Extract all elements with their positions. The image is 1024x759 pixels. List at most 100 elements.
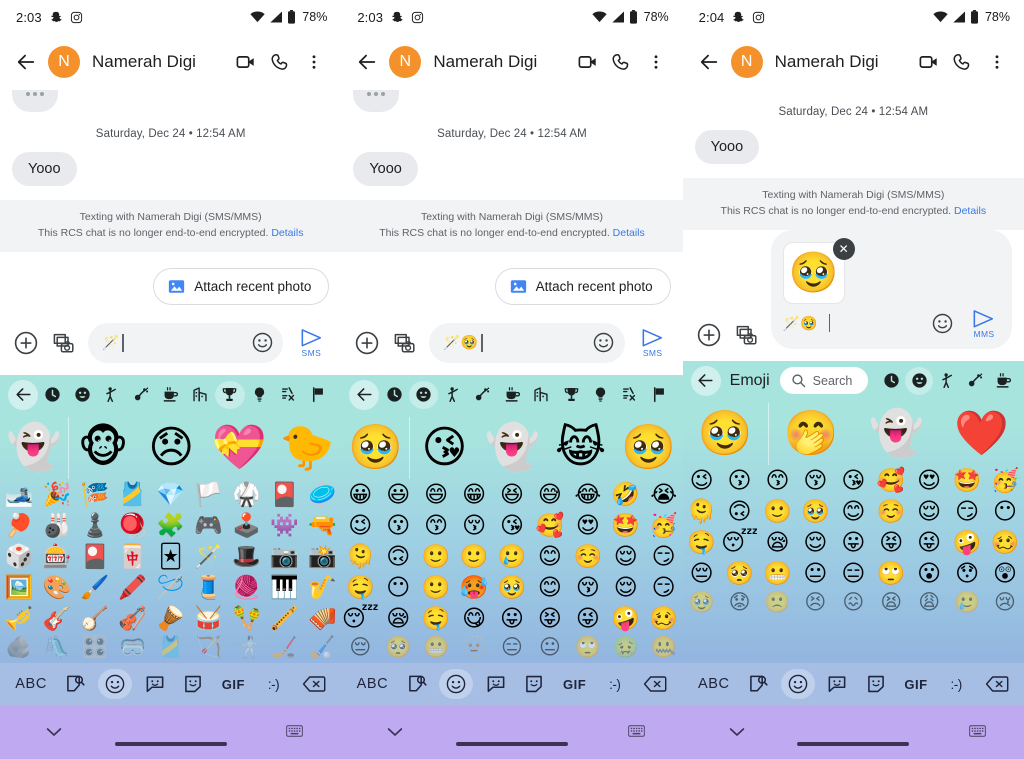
emoji-cell[interactable]: 😏 [948,496,986,527]
emoji-cell[interactable]: 🎳 [38,510,76,541]
abc-key[interactable]: ABC [692,669,736,699]
emoji-cell[interactable]: 😯 [948,558,986,589]
emoji-cell[interactable]: 🤩 [607,510,645,541]
emoji-cell[interactable]: 😚 [569,572,607,603]
back-arrow-icon[interactable] [349,44,385,80]
abc-key[interactable]: ABC [351,669,395,699]
emoji-cell[interactable]: 😗 [379,510,417,541]
emoji-grid[interactable]: 🥹 🤭 👻 ❤️ 😉 😗 😙 😚 😘 🥰 😍 🤩 🥳 🫠 🙃 🙂 🥹 😊 ☺️ 😌 😏 😶 🤤 😴 😪 😌 😛 😝 😜 🤪 🥴 😔 🥺 😬 😐 😑 🙄 😮… [683,401,1024,664]
emoji-cell[interactable]: 🎰 [38,541,76,572]
emoji-cell[interactable]: 😮 [910,558,948,589]
gallery-camera-icon[interactable] [733,321,761,349]
emoji-cell[interactable]: 😝 [531,603,569,634]
emoji-cell[interactable]: 🙃 [721,496,759,527]
emoji-cell[interactable]: 🙄 [569,634,607,661]
emoticon-key[interactable]: :-) [940,669,972,699]
send-button[interactable]: SMS [635,327,671,358]
emoji-cell[interactable]: 🙁 [759,589,797,616]
emoji-cell[interactable]: 🪗 [303,603,341,634]
emoji-icon[interactable] [780,669,815,699]
keyboard-switch-icon[interactable] [286,724,304,740]
emoji-cell[interactable]: 🥰 [531,510,569,541]
emoji-cell[interactable]: 🖍️ [114,572,152,603]
emoji-cell[interactable]: 🫥 [455,634,493,661]
emoji-cell[interactable]: 🤺 [228,634,266,661]
emoji-cell[interactable]: 😔 [341,634,379,661]
emoji-cell[interactable]: 😩 [910,589,948,616]
category-tab-food-drink[interactable] [989,367,1017,395]
emoji-cell[interactable]: 🫠 [683,496,721,527]
emoji-cell[interactable]: 🤐 [645,634,683,661]
category-tab-travel-places[interactable] [527,381,557,409]
avatar[interactable]: N [48,46,80,78]
emoji-cell[interactable]: 🤣 [607,479,645,510]
gif-key[interactable]: GIF [898,669,933,699]
emoji-cell[interactable]: 😬 [417,634,455,661]
emoji-cell[interactable]: 😛 [834,527,872,558]
category-tab-people[interactable] [933,367,961,395]
emoji-cell[interactable]: 🎴 [76,541,114,572]
emoji-cell[interactable]: 🕹️ [228,510,266,541]
emoji-cell[interactable]: 🥲 [948,589,986,616]
emoji-cell[interactable]: 📸 [303,541,341,572]
emoji-cell[interactable]: 🎿 [0,479,38,510]
featured-emoji[interactable]: 😞 [137,417,205,479]
sticker-icon[interactable] [860,669,892,699]
video-call-icon[interactable] [229,44,263,80]
emoji-icon[interactable] [439,669,474,699]
emoji-cell[interactable]: 😋 [455,603,493,634]
incoming-message-bubble[interactable]: Yooo [694,130,760,164]
emoji-cell[interactable]: 🙂 [759,496,797,527]
emoji-cell[interactable]: 😣 [796,589,834,616]
emoji-cell[interactable]: 😴 [721,527,759,558]
emoji-cell[interactable]: 🥺 [379,634,417,661]
keyboard-switch-icon[interactable] [969,724,986,740]
emoji-cell[interactable]: 😔 [683,558,721,589]
emoji-cell[interactable]: 😉 [683,465,721,496]
emoji-cell[interactable]: 🤪 [948,527,986,558]
emoji-cell[interactable]: 😪 [379,603,417,634]
emoji-cell[interactable]: 😶 [379,572,417,603]
keyboard-back-icon[interactable] [690,365,721,396]
keyboard-switch-icon[interactable] [627,724,645,740]
featured-emoji[interactable]: 😹 [547,417,615,479]
contact-name[interactable]: Namerah Digi [92,52,196,72]
contact-name[interactable]: Namerah Digi [433,52,537,72]
smiley-icon[interactable] [930,310,956,336]
featured-emoji[interactable]: 🥹 [341,417,409,479]
emoji-cell[interactable]: 😙 [759,465,797,496]
gallery-camera-icon[interactable] [50,329,78,357]
category-tab-travel-places[interactable] [186,381,216,409]
emoji-cell[interactable]: 🤢 [607,634,645,661]
phone-call-icon[interactable] [263,44,297,80]
emoji-cell[interactable]: 😴 [341,603,379,634]
emoji-cell[interactable]: 😊 [531,572,569,603]
category-tab-activities[interactable] [215,380,245,409]
emoji-cell[interactable]: 🪄 [190,541,228,572]
emoji-cell[interactable]: 🎽 [114,479,152,510]
category-tab-symbols[interactable] [616,381,646,409]
emoji-cell[interactable]: 🏹 [190,634,228,661]
emoticon-key[interactable]: :-) [599,669,631,699]
featured-emoji[interactable]: 😘 [409,416,478,479]
featured-emoji[interactable]: 💝 [205,417,273,479]
emoji-cell[interactable]: 🙂 [417,572,455,603]
overflow-menu-icon[interactable] [297,44,331,80]
category-tab-people[interactable] [438,381,468,409]
emoji-cell[interactable]: 📷 [265,541,303,572]
emoji-cell[interactable]: 😌 [910,496,948,527]
emoji-cell[interactable]: 😆 [493,479,531,510]
smiley-icon[interactable] [249,330,275,356]
emoji-cell[interactable]: 🥴 [986,527,1024,558]
emoji-cell[interactable]: 🥰 [872,465,910,496]
emoji-cell[interactable]: 😑 [834,558,872,589]
emoji-cell[interactable]: 🎮 [190,510,228,541]
emoji-cell[interactable]: 😜 [910,527,948,558]
category-tab-smileys[interactable] [408,380,439,409]
emoji-cell[interactable]: 🎴 [265,479,303,510]
emoji-cell[interactable]: 🙃 [379,541,417,572]
emoji-cell[interactable]: 😉 [341,510,379,541]
keyboard-back-icon[interactable] [8,379,38,410]
emoji-cell[interactable]: 😚 [796,465,834,496]
message-input-value[interactable]: 🪄🥹 [783,315,818,332]
